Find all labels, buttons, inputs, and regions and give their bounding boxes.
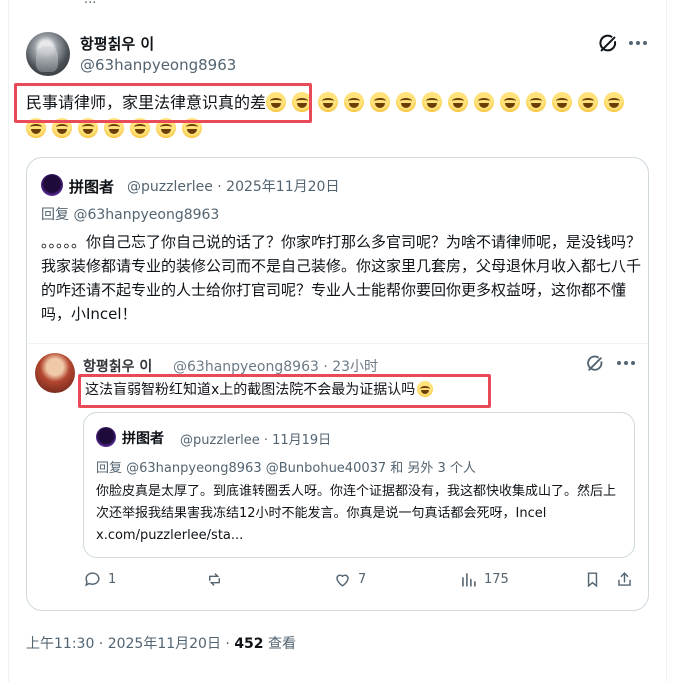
views-count: 175 bbox=[484, 572, 509, 587]
reply-meta: @63hanpyeong8963 · 23小时 bbox=[173, 359, 379, 375]
grin-emoji-icon bbox=[526, 92, 547, 112]
retweet-button[interactable] bbox=[205, 570, 230, 589]
grin-emoji-icon bbox=[370, 92, 391, 112]
reply-avatar[interactable] bbox=[35, 353, 75, 393]
views-button[interactable]: 175 bbox=[459, 570, 509, 589]
like-count: 7 bbox=[358, 572, 367, 587]
tweet-timestamp[interactable]: 上午11:30 · 2025年11月20日 · bbox=[26, 636, 234, 652]
page-left-border bbox=[8, 0, 9, 682]
heart-icon bbox=[336, 574, 349, 587]
author-handle[interactable]: @63hanpyeong8963 bbox=[80, 56, 236, 74]
highlight-box-tweet bbox=[14, 83, 312, 123]
grok-icon[interactable] bbox=[597, 33, 619, 55]
reply-author-name[interactable]: 항평칡우 이 bbox=[83, 356, 152, 376]
grin-emoji-icon bbox=[422, 92, 443, 112]
page-right-border bbox=[666, 0, 667, 682]
quoted-tweet-card[interactable]: 拼图者 @puzzlerlee · 2025年11月20日 回复 @63hanp… bbox=[26, 157, 649, 611]
reply-grok-icon[interactable] bbox=[585, 354, 605, 374]
grin-emoji-icon bbox=[500, 92, 521, 112]
quote-author-name[interactable]: 拼图者 bbox=[69, 176, 114, 197]
grin-emoji-icon bbox=[344, 92, 365, 112]
nested-quote-author-name[interactable]: 拼图者 bbox=[122, 428, 164, 448]
grin-emoji-icon bbox=[578, 92, 599, 112]
grin-emoji-icon bbox=[318, 92, 339, 112]
like-button[interactable]: 7 bbox=[333, 570, 366, 589]
grin-emoji-icon bbox=[396, 92, 417, 112]
quote-reply-to: 回复 @63hanpyeong8963 bbox=[41, 207, 220, 223]
grin-emoji-icon bbox=[474, 92, 495, 112]
reply-icon bbox=[85, 572, 100, 587]
bookmark-button[interactable] bbox=[583, 570, 602, 589]
views-icon bbox=[462, 573, 476, 587]
quote-avatar[interactable] bbox=[41, 174, 63, 196]
previous-content-stub: ... bbox=[84, 0, 114, 7]
nested-quote-body: 你脸皮真是太厚了。到底谁转圈丢人呀。你连个证据都没有，我这都快收集成山了。然后上… bbox=[96, 484, 617, 543]
share-button[interactable] bbox=[615, 570, 634, 589]
divider bbox=[27, 343, 648, 344]
reply-button[interactable]: 1 bbox=[83, 570, 116, 589]
tweet-footer: 上午11:30 · 2025年11月20日 · 452 查看 bbox=[26, 633, 296, 653]
nested-quote-avatar[interactable] bbox=[96, 427, 116, 447]
author-avatar[interactable] bbox=[26, 32, 70, 76]
author-name[interactable]: 항평칡우 이 bbox=[80, 33, 154, 54]
tweet-views-count: 452 bbox=[234, 636, 264, 652]
more-options-icon[interactable] bbox=[629, 38, 649, 48]
reply-count: 1 bbox=[108, 572, 117, 587]
nested-quote-card[interactable]: 拼图者 @puzzlerlee · 11月19日 回复 @63hanpyeong… bbox=[83, 412, 635, 558]
action-bar: 1 7 175 bbox=[83, 570, 643, 594]
nested-quote-reply-to: 回复 @63hanpyeong8963 @Bunbohue40037 和 另外 … bbox=[96, 461, 476, 476]
grin-emoji-icon bbox=[552, 92, 573, 112]
grin-emoji-icon bbox=[448, 92, 469, 112]
reply-more-icon[interactable] bbox=[617, 361, 635, 365]
retweet-icon bbox=[209, 573, 220, 586]
quote-meta: @puzzlerlee · 2025年11月20日 bbox=[127, 179, 340, 195]
share-icon bbox=[618, 572, 631, 586]
grin-emoji-icon bbox=[604, 92, 625, 112]
nested-quote-meta: @puzzlerlee · 11月19日 bbox=[180, 433, 332, 448]
quote-body: 。。。。。你自己忘了你自己说的话了？你家咋打那么多官司呢？为啥不请律师呢，是没钱… bbox=[41, 233, 642, 323]
bookmark-icon bbox=[587, 572, 598, 588]
tweet-views-label: 查看 bbox=[263, 636, 296, 652]
highlight-box-reply bbox=[78, 374, 491, 408]
